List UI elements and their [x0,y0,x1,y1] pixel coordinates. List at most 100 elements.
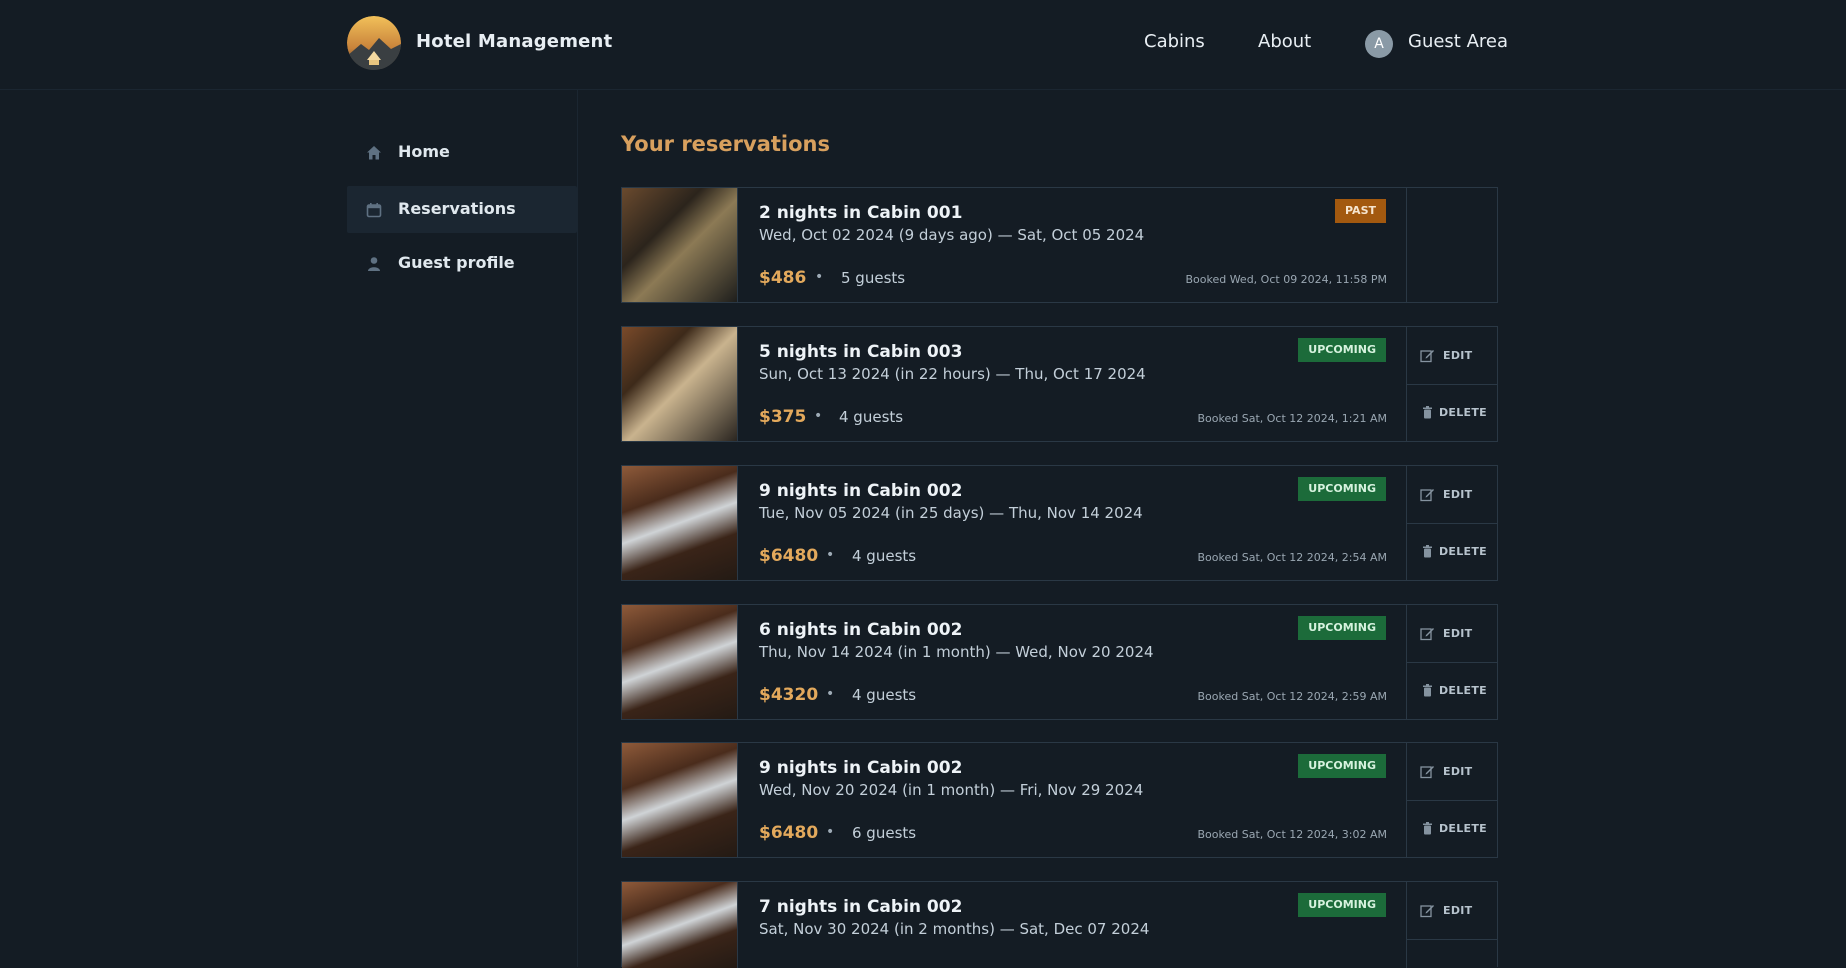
reservation-dates: Thu, Nov 14 2024 (in 1 month) — Wed, Nov… [759,643,1154,661]
nav-guest-area-link[interactable]: Guest Area [1408,31,1508,52]
status-badge: UPCOMING [1298,754,1386,778]
brand-name[interactable]: Hotel Management [416,31,612,52]
user-icon [365,255,383,273]
edit-label: EDIT [1443,349,1473,362]
separator-dot: • [826,824,835,840]
delete-button[interactable]: DELETE [1407,662,1497,719]
cabin-thumbnail [622,327,738,441]
cabin-thumbnail [622,743,738,857]
edit-icon [1420,903,1435,918]
delete-label: DELETE [1439,684,1487,697]
reservation-price: $6480 [759,823,819,843]
edit-icon [1420,487,1435,502]
reservation-title: 6 nights in Cabin 002 [759,620,963,640]
booked-timestamp: Booked Sat, Oct 12 2024, 1:21 AM [1197,412,1387,425]
booked-timestamp: Booked Sat, Oct 12 2024, 2:59 AM [1197,690,1387,703]
home-icon [365,144,383,162]
edit-button[interactable]: EDIT [1407,466,1497,524]
hotel-logo[interactable] [347,16,401,70]
reservation-title: 9 nights in Cabin 002 [759,758,963,778]
reservation-card: 6 nights in Cabin 002 Thu, Nov 14 2024 (… [621,604,1498,720]
sidebar-item-label: Home [398,142,450,161]
reservation-price: $375 [759,407,807,427]
edit-label: EDIT [1443,488,1473,501]
reservation-dates: Tue, Nov 05 2024 (in 25 days) — Thu, Nov… [759,504,1143,522]
edit-button[interactable]: EDIT [1407,327,1497,385]
status-badge: UPCOMING [1298,893,1386,917]
delete-button[interactable]: DELETE [1407,800,1497,857]
reservation-price: $6480 [759,546,819,566]
edit-label: EDIT [1443,765,1473,778]
trash-icon [1420,821,1435,836]
separator-dot: • [826,547,835,563]
card-actions: EDIT DELETE [1406,743,1497,857]
separator-dot: • [814,408,823,424]
edit-label: EDIT [1443,627,1473,640]
reservation-price: $486 [759,268,807,288]
sidebar-item-guest-profile[interactable]: Guest profile [347,240,577,287]
booked-timestamp: Booked Sat, Oct 12 2024, 3:02 AM [1197,828,1387,841]
reservation-card: 7 nights in Cabin 002 Sat, Nov 30 2024 (… [621,881,1498,968]
sidebar-item-label: Guest profile [398,253,515,272]
reservation-title: 9 nights in Cabin 002 [759,481,963,501]
cabin-thumbnail [622,882,738,968]
sidebar-item-label: Reservations [398,199,516,218]
reservation-title: 2 nights in Cabin 001 [759,203,963,223]
status-badge: UPCOMING [1298,616,1386,640]
card-actions: EDIT [1406,882,1497,968]
reservation-title: 7 nights in Cabin 002 [759,897,963,917]
reservation-guests: 4 guests [839,408,904,426]
delete-label: DELETE [1439,406,1487,419]
delete-label: DELETE [1439,545,1487,558]
sidebar-item-home[interactable]: Home [347,129,577,176]
delete-button[interactable]: DELETE [1407,384,1497,441]
reservation-guests: 4 guests [852,547,917,565]
edit-icon [1420,348,1435,363]
trash-icon [1420,405,1435,420]
nav-about-link[interactable]: About [1258,31,1311,52]
reservation-price: $4320 [759,685,819,705]
reservation-card: 9 nights in Cabin 002 Wed, Nov 20 2024 (… [621,742,1498,858]
edit-label: EDIT [1443,904,1473,917]
sidebar-item-reservations[interactable]: Reservations [347,186,577,233]
reservation-card: 9 nights in Cabin 002 Tue, Nov 05 2024 (… [621,465,1498,581]
cabin-thumbnail [622,605,738,719]
status-badge: UPCOMING [1298,338,1386,362]
trash-icon [1420,683,1435,698]
status-badge: UPCOMING [1298,477,1386,501]
page-title: Your reservations [621,132,830,156]
avatar[interactable]: A [1365,30,1393,58]
edit-icon [1420,626,1435,641]
trash-icon [1420,544,1435,559]
card-actions: EDIT DELETE [1406,466,1497,580]
edit-button[interactable]: EDIT [1407,605,1497,663]
calendar-icon [365,201,383,219]
edit-button[interactable]: EDIT [1407,743,1497,801]
separator-dot: • [826,686,835,702]
separator-dot: • [815,269,824,285]
card-actions: EDIT DELETE [1406,605,1497,719]
delete-label: DELETE [1439,822,1487,835]
nav-cabins-link[interactable]: Cabins [1144,31,1205,52]
reservation-title: 5 nights in Cabin 003 [759,342,963,362]
reservation-dates: Wed, Nov 20 2024 (in 1 month) — Fri, Nov… [759,781,1144,799]
delete-button[interactable]: DELETE [1407,523,1497,580]
cabin-thumbnail [622,466,738,580]
reservation-guests: 5 guests [841,269,906,287]
reservation-dates: Sat, Nov 30 2024 (in 2 months) — Sat, De… [759,920,1150,938]
top-header: Hotel Management Cabins About A Guest Ar… [0,0,1846,90]
cabin-thumbnail [622,188,738,302]
status-badge: PAST [1335,199,1386,223]
booked-timestamp: Booked Sat, Oct 12 2024, 2:54 AM [1197,551,1387,564]
card-actions: EDIT DELETE [1406,327,1497,441]
booked-timestamp: Booked Wed, Oct 09 2024, 11:58 PM [1185,273,1387,286]
edit-icon [1420,764,1435,779]
reservation-guests: 4 guests [852,686,917,704]
card-actions [1406,188,1497,302]
reservation-card: 2 nights in Cabin 001 Wed, Oct 02 2024 (… [621,187,1498,303]
reservation-card: 5 nights in Cabin 003 Sun, Oct 13 2024 (… [621,326,1498,442]
reservation-dates: Wed, Oct 02 2024 (9 days ago) — Sat, Oct… [759,226,1145,244]
sidebar: Home Reservations Guest profile [347,89,578,967]
edit-button[interactable]: EDIT [1407,882,1497,940]
reservation-dates: Sun, Oct 13 2024 (in 22 hours) — Thu, Oc… [759,365,1146,383]
